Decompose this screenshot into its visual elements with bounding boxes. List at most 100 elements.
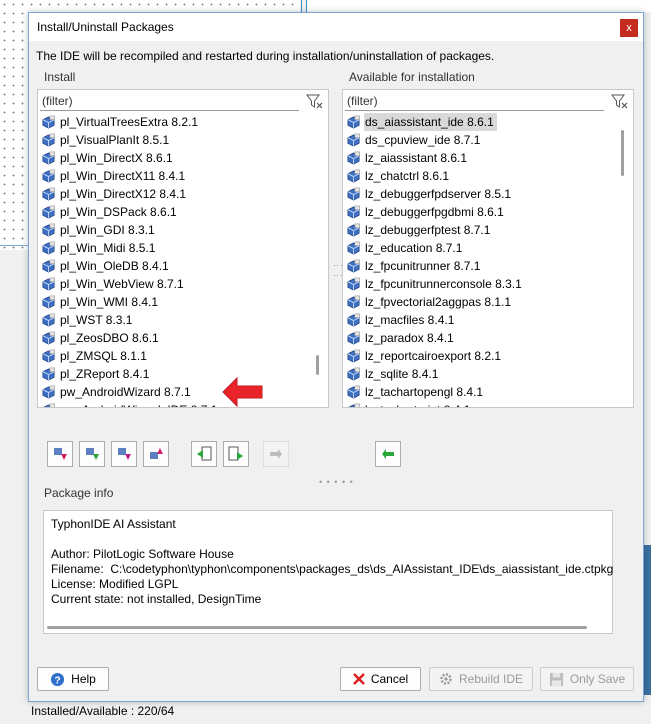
package-name: ds_cpuview_ide 8.7.1: [365, 133, 481, 147]
package-icon: [347, 169, 360, 183]
package-list-item[interactable]: pl_Win_Midi 8.5.1: [41, 239, 311, 257]
clear-filter-icon[interactable]: [306, 93, 324, 111]
package-list-item[interactable]: pl_Win_OleDB 8.4.1: [41, 257, 311, 275]
package-list-item[interactable]: lz_sqlite 8.4.1: [346, 365, 616, 383]
help-icon: ?: [51, 672, 65, 686]
available-list-scrollbar[interactable]: [621, 130, 624, 176]
move-down-button[interactable]: [111, 441, 137, 467]
package-list-item[interactable]: lz_tachartopengl 8.4.1: [346, 383, 616, 401]
package-name: ds_aiassistant_ide 8.6.1: [364, 113, 497, 131]
package-list-item[interactable]: pl_ZReport 8.4.1: [41, 365, 311, 383]
package-icon: [347, 205, 360, 219]
package-list-item[interactable]: lz_debuggerfptest 8.7.1: [346, 221, 616, 239]
install-package-list[interactable]: pl_VirtualTreesExtra 8.2.1 pl_VisualPlanI…: [41, 113, 311, 407]
package-name: lz_reportcairoexport 8.2.1: [365, 349, 502, 363]
package-list-item[interactable]: pl_ZMSQL 8.1.1: [41, 347, 311, 365]
package-list-item[interactable]: pl_Win_WebView 8.7.1: [41, 275, 311, 293]
vertical-splitter[interactable]: ⋮⋮: [333, 261, 343, 281]
package-icon: [42, 223, 55, 237]
package-info-line: [51, 532, 613, 547]
package-list-item[interactable]: pl_Win_GDI 8.3.1: [41, 221, 311, 239]
package-list-item[interactable]: pl_VisualPlanIt 8.5.1: [41, 131, 311, 149]
package-info-hscrollbar[interactable]: [47, 626, 587, 629]
move-up-icon: [150, 448, 163, 459]
package-name: pl_Win_DirectX12 8.4.1: [60, 187, 187, 201]
package-list-item[interactable]: lz_fpcunitrunner 8.7.1: [346, 257, 616, 275]
package-list-item[interactable]: pl_VirtualTreesExtra 8.2.1: [41, 113, 311, 131]
package-list-item[interactable]: lz_fpvectorial2aggpas 8.1.1: [346, 293, 616, 311]
background-area: [306, 0, 651, 12]
export-list-button[interactable]: [223, 441, 249, 467]
package-icon: [347, 349, 360, 363]
package-list-item[interactable]: lz_reportcairoexport 8.2.1: [346, 347, 616, 365]
package-icon: [347, 403, 360, 407]
package-info-text: TyphonIDE AI Assistant Author: PilotLogic…: [51, 517, 613, 607]
package-icon: [42, 187, 55, 201]
move-up-button[interactable]: [143, 441, 169, 467]
cancel-button[interactable]: Cancel: [340, 667, 421, 691]
package-list-item[interactable]: pl_Win_DirectX12 8.4.1: [41, 185, 311, 203]
package-list-item[interactable]: ds_aiassistant_ide 8.6.1: [346, 113, 616, 131]
available-group-label: Available for installation: [349, 70, 475, 84]
package-list-item[interactable]: lz_fpcunitrunnerconsole 8.3.1: [346, 275, 616, 293]
package-list-item[interactable]: pl_Win_DirectX11 8.4.1: [41, 167, 311, 185]
rebuild-ide-button[interactable]: Rebuild IDE: [429, 667, 533, 691]
package-icon: [347, 295, 360, 309]
clear-filter-icon[interactable]: [611, 93, 629, 111]
svg-text:?: ?: [55, 675, 61, 686]
package-info-line: Filename: C:\codetyphon\typhon\component…: [51, 562, 614, 576]
package-list-item[interactable]: pw_AndroidWizard 8.7.1: [41, 383, 311, 401]
only-save-button[interactable]: Only Save: [540, 667, 634, 691]
package-info-line: TyphonIDE AI Assistant: [51, 517, 176, 531]
help-label: Help: [71, 672, 96, 686]
package-list-item[interactable]: lz_debuggerfpdserver 8.5.1: [346, 185, 616, 203]
add-to-install-button[interactable]: [375, 441, 401, 467]
dialog-title: Install/Uninstall Packages: [37, 20, 174, 34]
package-icon: [347, 115, 360, 129]
package-icon: [42, 385, 55, 399]
package-list-item[interactable]: ds_cpuview_ide 8.7.1: [346, 131, 616, 149]
package-list-item[interactable]: pl_Win_WMI 8.4.1: [41, 293, 311, 311]
package-name: lz_education 8.7.1: [365, 241, 463, 255]
title-bar[interactable]: Install/Uninstall Packages x: [29, 13, 643, 41]
package-list-item[interactable]: pl_ZeosDBO 8.6.1: [41, 329, 311, 347]
import-list-icon: [197, 446, 212, 461]
package-name: lz_macfiles 8.4.1: [365, 313, 455, 327]
package-icon: [42, 313, 55, 327]
package-list-item[interactable]: lz_paradox 8.4.1: [346, 329, 616, 347]
package-icon: [347, 259, 360, 273]
package-list-item[interactable]: lz_aiassistant 8.6.1: [346, 149, 616, 167]
package-list-item[interactable]: pl_Win_DirectX 8.6.1: [41, 149, 311, 167]
package-icon: [42, 115, 55, 129]
package-name: lz_debuggerfpdserver 8.5.1: [365, 187, 512, 201]
available-filter-input[interactable]: [345, 92, 604, 111]
package-list-item[interactable]: lz_macfiles 8.4.1: [346, 311, 616, 329]
package-list-item[interactable]: lz_education 8.7.1: [346, 239, 616, 257]
horizontal-splitter[interactable]: • • • • •: [319, 477, 354, 487]
uninstall-selection-button[interactable]: [47, 441, 73, 467]
package-list-item[interactable]: lz_chatctrl 8.6.1: [346, 167, 616, 185]
package-icon: [42, 277, 55, 291]
package-name: lz_paradox 8.4.1: [365, 331, 454, 345]
gear-icon: [440, 673, 452, 685]
arrow-right-icon: [270, 449, 282, 459]
package-list-item[interactable]: lz_debuggerfpgdbmi 8.6.1: [346, 203, 616, 221]
install-filter-input[interactable]: [40, 92, 299, 111]
package-list-item[interactable]: pw_AndroidWizard_IDE 8.7.1: [41, 401, 311, 407]
arrow-left-icon: [382, 449, 394, 459]
uninstall-all-button[interactable]: [79, 441, 105, 467]
rebuild-ide-label: Rebuild IDE: [458, 672, 524, 686]
import-list-button[interactable]: [191, 441, 217, 467]
help-button[interactable]: ? Help: [37, 667, 109, 691]
package-name: pl_Win_GDI 8.3.1: [60, 223, 155, 237]
package-name: pw_AndroidWizard_IDE 8.7.1: [60, 401, 217, 407]
install-list-scrollbar[interactable]: [316, 355, 319, 375]
close-button[interactable]: x: [620, 19, 638, 37]
available-package-list[interactable]: ds_aiassistant_ide 8.6.1 ds_cpuview_ide 8…: [346, 113, 616, 407]
package-list-item[interactable]: pl_WST 8.3.1: [41, 311, 311, 329]
package-list-item[interactable]: pl_Win_DSPack 8.6.1: [41, 203, 311, 221]
add-to-available-button[interactable]: [263, 441, 289, 467]
package-name: lz_tachartopengl 8.4.1: [365, 385, 484, 399]
cancel-label: Cancel: [370, 672, 409, 686]
package-list-item[interactable]: lz_tachartprint 8.4.1: [346, 401, 616, 407]
